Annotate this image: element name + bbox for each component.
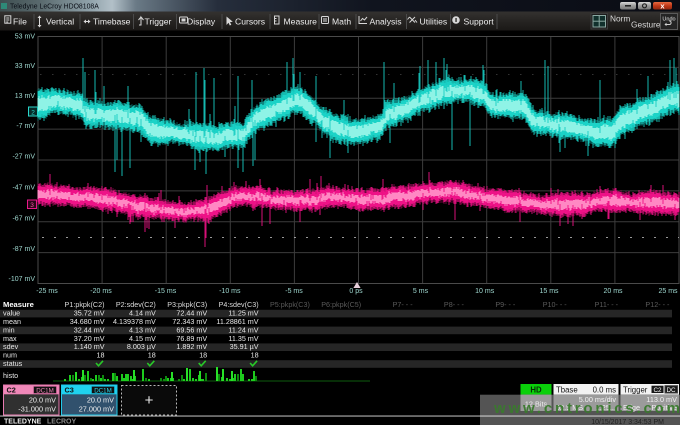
svg-text:C3: C3 [65, 386, 74, 395]
svg-text:P7- - -: P7- - - [393, 300, 414, 309]
svg-text:20 ms: 20 ms [603, 288, 623, 295]
svg-text:25 ms: 25 ms [658, 288, 678, 295]
svg-text:3: 3 [30, 202, 34, 209]
svg-text:2: 2 [31, 109, 35, 116]
svg-text:Gesture: Gesture [631, 20, 661, 30]
svg-text:DC1M: DC1M [94, 387, 112, 394]
svg-text:P5:pkpk(C3): P5:pkpk(C3) [270, 300, 310, 309]
svg-text:Display: Display [187, 17, 216, 27]
svg-text:-10 ms: -10 ms [219, 288, 241, 295]
svg-text:Analysis: Analysis [370, 17, 402, 27]
svg-text:Teledyne LeCroy HDO8108A: Teledyne LeCroy HDO8108A [10, 4, 99, 11]
svg-text:Trigger: Trigger [623, 386, 648, 395]
svg-text:-25 ms: -25 ms [36, 288, 58, 295]
svg-text:P8- - -: P8- - - [444, 300, 465, 309]
svg-text:+: + [145, 392, 154, 409]
svg-text:18: 18 [199, 351, 207, 360]
svg-text:Undo: Undo [662, 17, 675, 23]
svg-text:P6:pkpk(C5): P6:pkpk(C5) [321, 300, 361, 309]
svg-text:Timebase: Timebase [93, 17, 131, 27]
svg-text:P12- - -: P12- - - [645, 300, 670, 309]
svg-text:0.0 ms: 0.0 ms [593, 386, 616, 395]
svg-text:LECROY: LECROY [47, 419, 77, 425]
svg-text:-7 mV: -7 mV [16, 123, 35, 130]
svg-text:Math: Math [332, 17, 351, 27]
svg-text:histo: histo [3, 371, 18, 380]
svg-text:Utilities: Utilities [420, 17, 448, 27]
svg-text:-87 mV: -87 mV [12, 246, 35, 253]
svg-text:P11- - -: P11- - - [595, 300, 619, 309]
svg-text:-67 mV: -67 mV [12, 215, 35, 222]
svg-text:27.000 mV: 27.000 mV [79, 404, 114, 413]
svg-text:Cursors: Cursors [235, 17, 265, 27]
svg-text:20.0 mV: 20.0 mV [29, 395, 56, 404]
svg-text:18: 18 [251, 351, 259, 360]
svg-text:53 mV: 53 mV [15, 33, 36, 40]
svg-text:DC: DC [666, 387, 676, 394]
svg-text:-47 mV: -47 mV [12, 184, 35, 191]
svg-text:Norm: Norm [610, 14, 630, 24]
svg-text:20.0 mV: 20.0 mV [87, 395, 114, 404]
svg-text:-15 ms: -15 ms [155, 288, 177, 295]
svg-text:33 mV: 33 mV [15, 63, 36, 70]
svg-text:P9- - -: P9- - - [495, 300, 516, 309]
svg-text:Support: Support [464, 17, 495, 27]
svg-text:C2: C2 [653, 387, 662, 394]
svg-text:P10- - -: P10- - - [543, 300, 568, 309]
svg-text:DC1M: DC1M [36, 387, 54, 394]
svg-text:C2: C2 [7, 386, 16, 395]
svg-text:10/15/2017 3:34:53 PM: 10/15/2017 3:34:53 PM [591, 419, 664, 425]
svg-text:Measure: Measure [284, 17, 318, 27]
svg-text:0 ps: 0 ps [349, 288, 363, 295]
svg-text:-20 ms: -20 ms [90, 288, 112, 295]
svg-text:Trigger: Trigger [145, 17, 172, 27]
svg-text:-107 mV: -107 mV [9, 276, 36, 283]
svg-text:10 ms: 10 ms [475, 288, 495, 295]
svg-text:18: 18 [148, 351, 156, 360]
svg-text:15 ms: 15 ms [539, 288, 559, 295]
svg-text:13 mV: 13 mV [15, 93, 36, 100]
svg-text:File: File [13, 17, 27, 27]
svg-text:-5 ms: -5 ms [285, 288, 303, 295]
svg-text:TELEDYNE: TELEDYNE [4, 419, 42, 425]
svg-text:-27 mV: -27 mV [12, 153, 35, 160]
svg-text:5 ms: 5 ms [413, 288, 429, 295]
svg-text:Tbase: Tbase [556, 386, 578, 395]
svg-text:-31.000 mV: -31.000 mV [18, 404, 56, 413]
svg-text:18: 18 [97, 351, 105, 360]
svg-text:Vertical: Vertical [46, 17, 74, 27]
svg-text:status: status [3, 359, 23, 368]
svg-text:HD: HD [530, 386, 542, 395]
